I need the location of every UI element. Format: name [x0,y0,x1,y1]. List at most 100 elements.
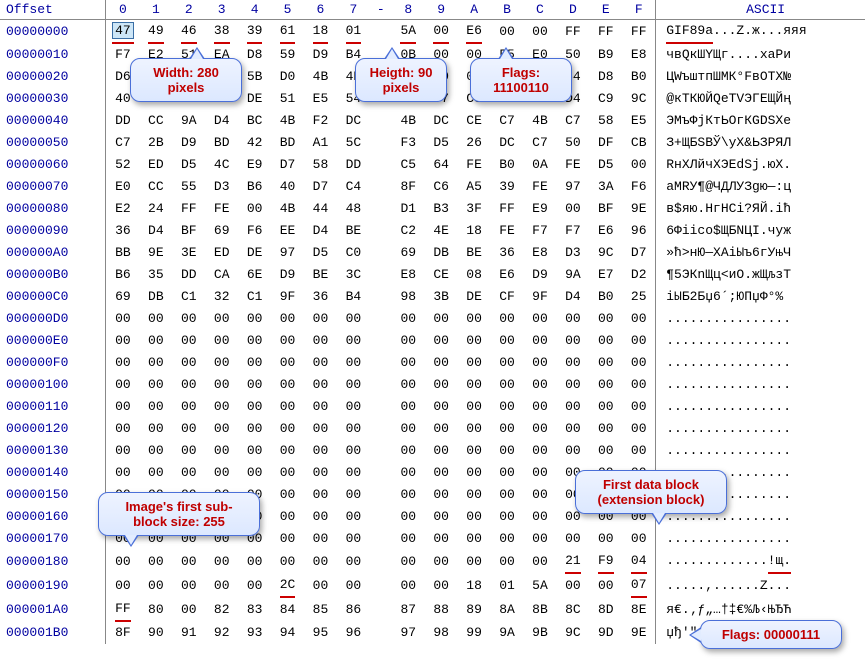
hex-byte[interactable]: 00 [106,418,139,440]
hex-byte[interactable]: 25 [622,286,655,308]
hex-byte[interactable]: 3B [425,286,458,308]
hex-byte[interactable]: 00 [205,550,238,574]
hex-byte[interactable]: 00 [205,330,238,352]
hex-byte[interactable]: CE [425,264,458,286]
hex-byte[interactable]: 00 [238,440,271,462]
hex-byte[interactable]: 00 [458,374,491,396]
ascii-cell[interactable]: ................ [656,440,865,462]
hex-byte[interactable]: 00 [392,462,425,484]
hex-byte[interactable]: C7 [106,132,139,154]
hex-byte[interactable]: 04 [622,550,655,574]
hex-byte[interactable]: B4 [337,286,370,308]
hex-byte[interactable]: 00 [238,574,271,598]
ascii-cell[interactable]: .............!щ. [656,550,865,574]
hex-byte[interactable]: 00 [458,462,491,484]
hex-byte[interactable]: FF [622,20,655,45]
hex-byte[interactable]: 00 [556,308,589,330]
hex-byte[interactable]: 5A [523,574,556,598]
hex-byte[interactable]: 00 [139,330,172,352]
hex-byte[interactable]: 95 [304,622,337,644]
hex-row[interactable]: 0000006052EDD54CE9D758DD C564FEB00AFED50… [0,154,865,176]
hex-byte[interactable]: E2 [106,198,139,220]
hex-byte[interactable]: D5 [172,154,205,176]
hex-byte[interactable]: 00 [139,462,172,484]
hex-byte[interactable]: 00 [491,418,524,440]
hex-byte[interactable]: 01 [337,20,370,45]
hex-byte[interactable]: 42 [238,132,271,154]
hex-byte[interactable]: 36 [106,220,139,242]
hex-byte[interactable]: 8B [523,598,556,622]
hex-byte[interactable]: 00 [622,330,655,352]
hex-byte[interactable]: 00 [271,484,304,506]
hex-byte[interactable]: BF [589,198,622,220]
hex-byte[interactable]: 6E [238,264,271,286]
hex-byte[interactable]: 00 [523,440,556,462]
hex-byte[interactable]: C7 [523,132,556,154]
hex-byte[interactable]: 00 [589,396,622,418]
hex-byte[interactable]: 18 [458,220,491,242]
hex-byte[interactable]: 18 [458,574,491,598]
hex-byte[interactable]: 01 [491,574,524,598]
ascii-cell[interactable]: aMRУ¶@ЧДЛУЗgю—:ц [656,176,865,198]
ascii-cell[interactable]: ................ [656,528,865,550]
hex-byte[interactable]: 07 [622,574,655,598]
hex-byte[interactable]: 00 [523,20,556,45]
ascii-cell[interactable]: 6Фiico$ЩБNЦI.чуж [656,220,865,242]
hex-row[interactable]: 000001200000000000000000 000000000000000… [0,418,865,440]
hex-byte[interactable]: D5 [304,242,337,264]
hex-byte[interactable]: 00 [205,352,238,374]
hex-byte[interactable]: 00 [523,528,556,550]
hex-byte[interactable]: BE [458,242,491,264]
hex-byte[interactable]: 00 [458,396,491,418]
hex-byte[interactable]: 93 [238,622,271,644]
hex-byte[interactable]: D1 [392,198,425,220]
ascii-cell[interactable]: ЦWъштпШМК°FвОТХ№ [656,66,865,88]
hex-byte[interactable]: B0 [491,154,524,176]
ascii-cell[interactable]: ЭМъФjКтЬОгКGDЅХе [656,110,865,132]
hex-byte[interactable]: D0 [271,66,304,88]
hex-byte[interactable]: 3A [589,176,622,198]
hex-byte[interactable]: 64 [425,154,458,176]
hex-byte[interactable]: 44 [304,198,337,220]
hex-byte[interactable]: 00 [425,506,458,528]
hex-byte[interactable]: 59 [271,44,304,66]
hex-byte[interactable]: D4 [205,110,238,132]
hex-byte[interactable]: 35 [139,264,172,286]
hex-byte[interactable]: 00 [271,352,304,374]
hex-byte[interactable]: E8 [392,264,425,286]
hex-byte[interactable]: E9 [238,154,271,176]
hex-byte[interactable]: 90 [139,622,172,644]
hex-byte[interactable]: 00 [271,550,304,574]
hex-byte[interactable]: E6 [491,264,524,286]
hex-byte[interactable]: 00 [139,440,172,462]
hex-byte[interactable]: 00 [304,352,337,374]
ascii-cell[interactable]: RнXЛйчXЭEdSj.юX. [656,154,865,176]
hex-byte[interactable]: 47 [106,20,139,45]
hex-byte[interactable]: 2C [271,574,304,598]
hex-byte[interactable]: 00 [556,396,589,418]
hex-byte[interactable]: C1 [238,286,271,308]
hex-byte[interactable]: 00 [337,528,370,550]
hex-byte[interactable]: C4 [337,176,370,198]
hex-byte[interactable]: 4B [304,66,337,88]
hex-byte[interactable]: DC [425,110,458,132]
hex-byte[interactable]: F7 [556,220,589,242]
hex-byte[interactable]: FE [205,198,238,220]
hex-byte[interactable]: 9C [622,88,655,110]
hex-byte[interactable]: 00 [392,374,425,396]
hex-byte[interactable]: 2B [139,132,172,154]
hex-row[interactable]: 000001300000000000000000 000000000000000… [0,440,865,462]
ascii-cell[interactable]: ................ [656,418,865,440]
hex-byte[interactable]: D7 [622,242,655,264]
hex-byte[interactable]: D9 [304,44,337,66]
hex-byte[interactable]: B0 [622,66,655,88]
hex-byte[interactable]: B3 [425,198,458,220]
hex-byte[interactable]: 9B [523,622,556,644]
hex-byte[interactable]: CA [205,264,238,286]
hex-byte[interactable]: 00 [271,528,304,550]
hex-byte[interactable]: DD [172,264,205,286]
hex-byte[interactable]: 00 [523,374,556,396]
hex-byte[interactable]: 32 [205,286,238,308]
hex-byte[interactable]: 00 [392,418,425,440]
ascii-cell[interactable]: ¶5ЭКnЩц<иО.жЩљзТ [656,264,865,286]
